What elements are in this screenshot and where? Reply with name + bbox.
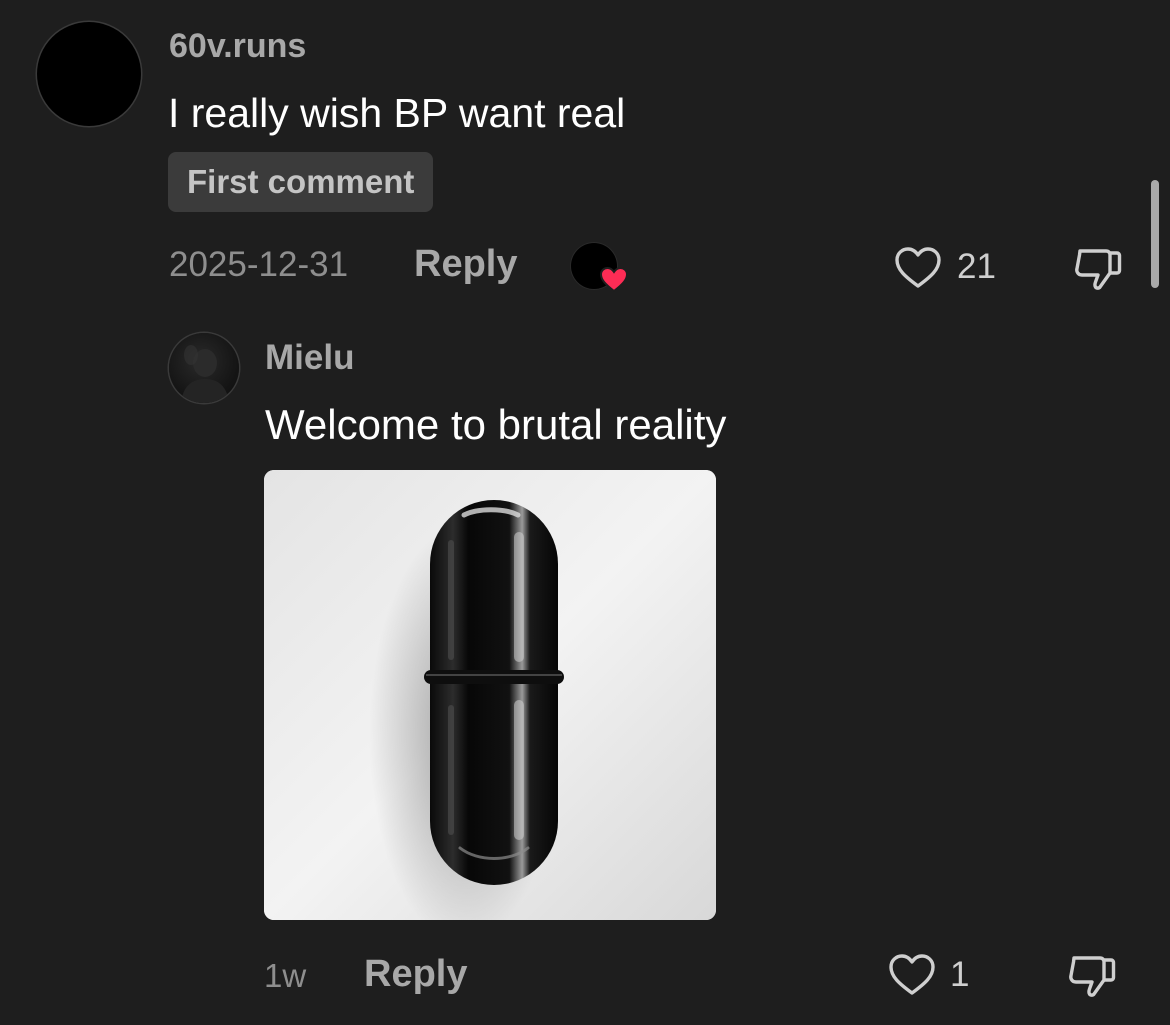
creator-liked-indicator bbox=[571, 243, 629, 293]
comment-username[interactable]: 60v.runs bbox=[169, 27, 306, 66]
commenter-avatar[interactable] bbox=[37, 22, 141, 126]
reply-to-reply-button[interactable]: Reply bbox=[364, 953, 467, 996]
heart-outline-icon[interactable] bbox=[892, 243, 944, 291]
thumbs-down-icon[interactable] bbox=[1064, 950, 1120, 1002]
reply-date: 1w bbox=[264, 957, 307, 994]
avatar-photo bbox=[181, 345, 229, 403]
reply-button[interactable]: Reply bbox=[414, 243, 517, 286]
first-comment-badge: First comment bbox=[168, 152, 434, 212]
reply-username[interactable]: Mielu bbox=[265, 338, 354, 378]
reply-like-count: 1 bbox=[950, 955, 970, 994]
reply-text: Welcome to brutal reality bbox=[265, 401, 727, 448]
creator-heart-icon bbox=[599, 266, 629, 293]
reply-avatar[interactable] bbox=[169, 333, 239, 403]
heart-outline-icon[interactable] bbox=[886, 950, 938, 998]
black-capsule-pill-photo bbox=[264, 470, 716, 920]
reply-image[interactable] bbox=[264, 470, 716, 920]
thumbs-down-icon[interactable] bbox=[1070, 243, 1126, 295]
comment-date: 2025-12-31 bbox=[169, 245, 349, 284]
comment-text: I really wish BP want real bbox=[168, 90, 626, 136]
like-count: 21 bbox=[957, 247, 996, 286]
scrollbar-thumb[interactable] bbox=[1151, 180, 1159, 288]
